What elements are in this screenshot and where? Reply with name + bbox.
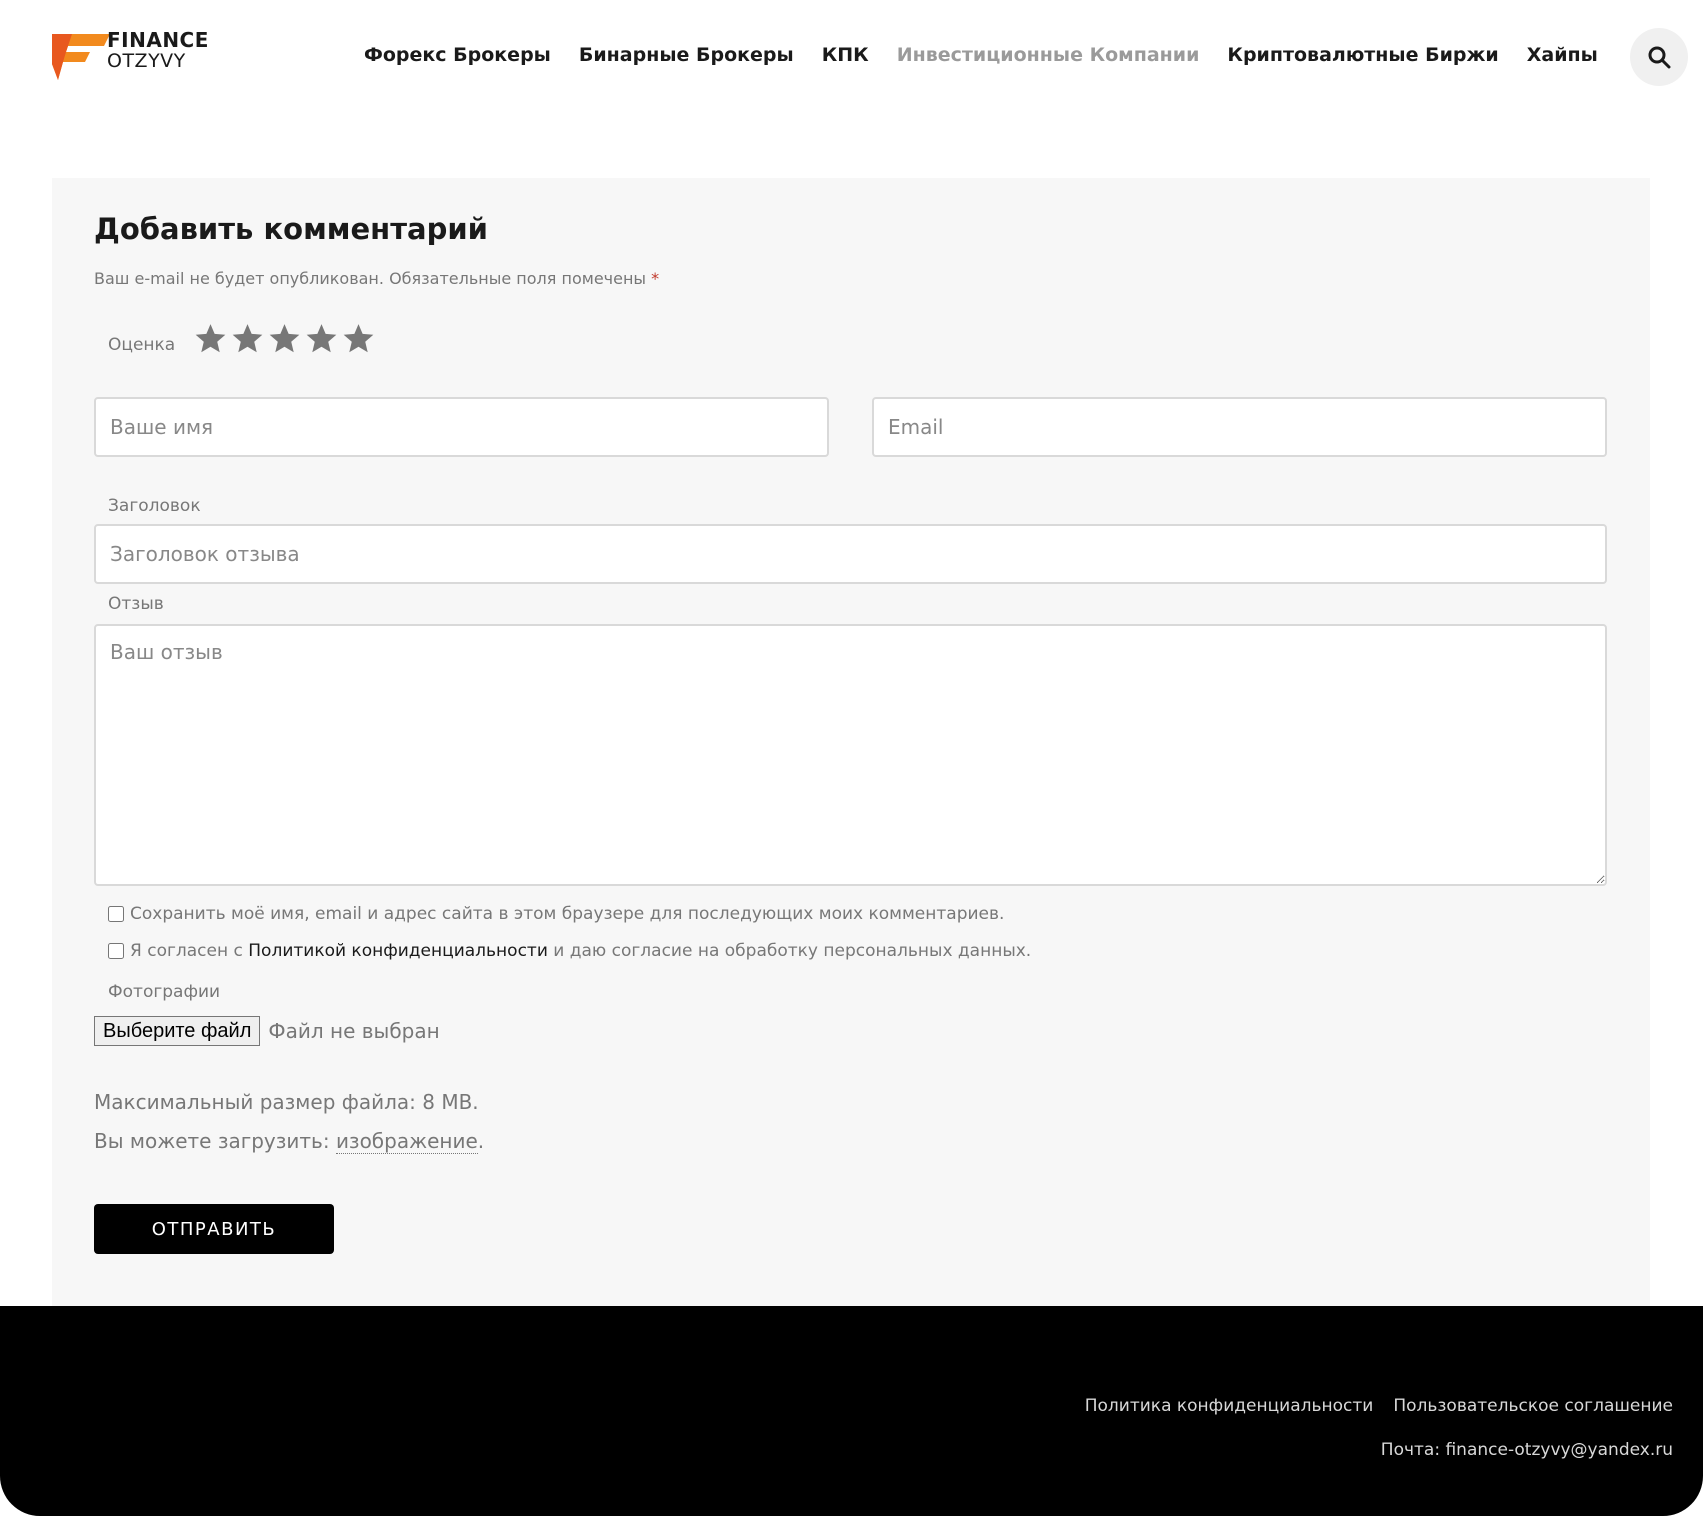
search-button[interactable] xyxy=(1630,28,1688,86)
nav-binary-brokers[interactable]: Бинарные Брокеры xyxy=(579,44,794,66)
save-info-label: Сохранить моё имя, email и адрес сайта в… xyxy=(130,904,1005,924)
photos-label: Фотографии xyxy=(108,982,221,1002)
logo-mark-icon xyxy=(52,34,110,80)
form-title: Добавить комментарий xyxy=(94,212,488,246)
title-label: Заголовок xyxy=(108,496,201,516)
consent-prefix: Я согласен с xyxy=(130,941,243,961)
privacy-consent-checkbox[interactable] xyxy=(108,943,124,959)
allowed-type-image: изображение xyxy=(335,1129,478,1154)
star-icon-3[interactable] xyxy=(268,322,301,355)
notice-text: Ваш e-mail не будет опубликован. Обязате… xyxy=(94,269,647,288)
save-info-checkbox[interactable] xyxy=(108,906,124,922)
nav-forex-brokers[interactable]: Форекс Брокеры xyxy=(364,44,551,66)
submit-button[interactable]: ОТПРАВИТЬ xyxy=(94,1204,334,1254)
star-icon-1[interactable] xyxy=(194,322,227,355)
nav-hyips[interactable]: Хайпы xyxy=(1527,44,1598,66)
logo-word-finance: FINANCE xyxy=(107,28,209,52)
consent-suffix: и даю согласие на обработку персональных… xyxy=(553,941,1032,961)
star-icon-5[interactable] xyxy=(342,322,375,355)
footer-terms-link[interactable]: Пользовательское соглашение xyxy=(1393,1396,1673,1416)
rating-stars xyxy=(194,322,375,355)
nav-investment-companies[interactable]: Инвестиционные Компании xyxy=(897,44,1200,66)
review-textarea[interactable] xyxy=(94,624,1607,886)
site-footer: Политика конфиденциальности Пользователь… xyxy=(0,1306,1703,1516)
email-input[interactable] xyxy=(872,397,1607,457)
required-mark: * xyxy=(651,269,660,288)
site-logo[interactable]: FINANCE OTZYVY xyxy=(52,28,212,84)
privacy-consent-row: Я согласен с Политикой конфиденциальност… xyxy=(108,941,1031,961)
review-title-input[interactable] xyxy=(94,524,1607,584)
star-icon-4[interactable] xyxy=(305,322,338,355)
site-header: FINANCE OTZYVY Форекс Брокеры Бинарные Б… xyxy=(0,0,1703,120)
star-icon-2[interactable] xyxy=(231,322,264,355)
footer-links: Политика конфиденциальности Пользователь… xyxy=(1085,1396,1673,1416)
logo-word-otzyvy: OTZYVY xyxy=(107,50,186,72)
privacy-policy-link[interactable]: Политикой конфиденциальности xyxy=(248,941,548,961)
save-info-row: Сохранить моё имя, email и адрес сайта в… xyxy=(108,904,1004,924)
form-notice: Ваш e-mail не будет опубликован. Обязате… xyxy=(94,269,659,288)
file-status: Файл не выбран xyxy=(268,1019,440,1043)
allowed-types-suffix: . xyxy=(477,1129,485,1153)
nav-kpk[interactable]: КПК xyxy=(822,44,869,66)
file-upload: Выберите файл Файл не выбран xyxy=(94,1016,440,1046)
footer-email: Почта: finance-otzyvy@yandex.ru xyxy=(1380,1440,1673,1460)
page: FINANCE OTZYVY Форекс Брокеры Бинарные Б… xyxy=(0,0,1703,1516)
max-file-size: Максимальный размер файла: 8 MB. xyxy=(94,1090,479,1114)
allowed-types: Вы можете загрузить: изображение. xyxy=(94,1129,485,1154)
allowed-types-prefix: Вы можете загрузить: xyxy=(94,1129,330,1153)
comment-form: Добавить комментарий Ваш e-mail не будет… xyxy=(52,178,1650,1306)
nav-crypto-exchanges[interactable]: Криптовалютные Биржи xyxy=(1227,44,1498,66)
choose-file-button[interactable]: Выберите файл xyxy=(94,1016,261,1046)
review-label: Отзыв xyxy=(108,594,164,614)
name-input[interactable] xyxy=(94,397,829,457)
main-nav: Форекс Брокеры Бинарные Брокеры КПК Инве… xyxy=(364,44,1626,66)
search-icon xyxy=(1648,46,1671,69)
footer-privacy-link[interactable]: Политика конфиденциальности xyxy=(1085,1396,1374,1416)
rating-label: Оценка xyxy=(108,335,176,355)
